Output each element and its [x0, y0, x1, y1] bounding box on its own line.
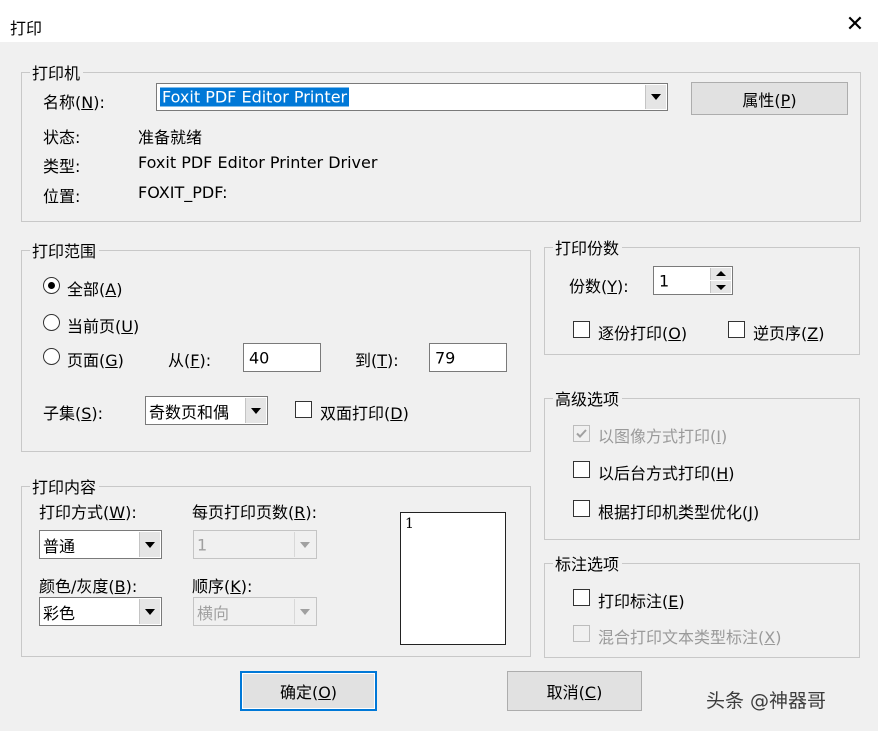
mixed-annotations-label[interactable]: 混合打印文本类型标注(X)	[598, 624, 781, 648]
watermark-text: 头条 @神器哥	[706, 690, 827, 712]
copies-group-label: 打印份数	[555, 239, 620, 258]
print-as-image-label[interactable]: 以图像方式打印(I)	[598, 423, 727, 447]
subset-select[interactable]: 奇数页和偶	[145, 396, 268, 425]
reverse-order-label[interactable]: 逆页序(Z)	[753, 320, 824, 344]
printer-status-value: 准备就绪	[138, 128, 203, 147]
check-icon	[576, 429, 587, 438]
copies-count-label: 份数(Y):	[569, 277, 629, 296]
close-icon[interactable]: ✕	[842, 12, 868, 38]
background-print-checkbox[interactable]	[573, 461, 590, 478]
range-to-label: 到(T):	[355, 351, 399, 370]
range-to-input[interactable]: 79	[429, 343, 507, 372]
collate-label[interactable]: 逐份打印(O)	[598, 320, 687, 344]
optimize-label[interactable]: 根据打印机类型优化(J)	[598, 499, 759, 523]
mixed-annotations-checkbox[interactable]	[573, 625, 590, 642]
subset-label: 子集(S):	[43, 404, 104, 423]
printer-location-label: 位置:	[43, 187, 81, 206]
print-as-image-checkbox[interactable]	[573, 425, 590, 442]
range-current-label[interactable]: 当前页(U)	[67, 313, 139, 337]
printer-type-value: Foxit PDF Editor Printer Driver	[138, 153, 378, 172]
reverse-order-checkbox[interactable]	[728, 321, 745, 338]
page-preview: 1	[400, 512, 506, 645]
range-all-radio[interactable]	[43, 277, 60, 294]
optimize-checkbox[interactable]	[573, 500, 590, 517]
print-range-group-label: 打印范围	[32, 242, 97, 261]
printer-type-label: 类型:	[43, 157, 81, 176]
color-label: 颜色/灰度(B):	[39, 577, 138, 596]
spin-down-icon[interactable]	[710, 281, 731, 293]
copies-count-input[interactable]: 1	[653, 266, 733, 295]
pages-per-sheet-label: 每页打印页数(R):	[192, 503, 318, 522]
printer-location-value: FOXIT_PDF:	[138, 183, 228, 202]
pages-per-sheet-select[interactable]: 1	[193, 530, 317, 559]
print-content-group-label: 打印内容	[32, 478, 97, 497]
print-mode-label: 打印方式(W):	[39, 503, 137, 522]
range-all-label[interactable]: 全部(A)	[67, 276, 122, 300]
ok-button[interactable]: 确定(O)	[240, 671, 377, 711]
title-bar: 打印 ✕	[0, 4, 878, 42]
window-title: 打印	[10, 19, 43, 38]
printer-group-label: 打印机	[32, 64, 81, 83]
print-mode-select[interactable]: 普通	[39, 530, 162, 559]
chevron-down-icon[interactable]	[645, 85, 666, 109]
properties-button[interactable]: 属性(P)	[691, 82, 848, 115]
background-print-label[interactable]: 以后台方式打印(H)	[598, 460, 735, 484]
printer-status-label: 状态:	[43, 128, 81, 147]
printer-name-select[interactable]: Foxit PDF Editor Printer	[156, 83, 668, 111]
cancel-button[interactable]: 取消(C)	[507, 671, 642, 711]
annotation-group-label: 标注选项	[555, 555, 620, 574]
range-from-input[interactable]: 40	[243, 343, 321, 372]
range-pages-label[interactable]: 页面(G)	[67, 347, 124, 371]
range-pages-radio[interactable]	[43, 348, 60, 365]
spin-up-icon[interactable]	[710, 268, 731, 280]
printer-name-value: Foxit PDF Editor Printer	[160, 87, 350, 107]
chevron-down-icon[interactable]	[294, 532, 315, 557]
print-annotations-checkbox[interactable]	[573, 589, 590, 606]
advanced-group-label: 高级选项	[555, 390, 620, 409]
preview-page-number: 1	[405, 516, 414, 532]
chevron-down-icon[interactable]	[139, 599, 160, 624]
order-select[interactable]: 横向	[193, 597, 317, 626]
chevron-down-icon[interactable]	[294, 599, 315, 624]
printer-name-label: 名称(N):	[43, 93, 105, 112]
print-annotations-label[interactable]: 打印标注(E)	[598, 588, 685, 612]
duplex-checkbox[interactable]	[295, 401, 312, 418]
order-label: 顺序(K):	[192, 577, 253, 596]
duplex-label[interactable]: 双面打印(D)	[320, 400, 409, 424]
collate-checkbox[interactable]	[573, 321, 590, 338]
range-current-radio[interactable]	[43, 314, 60, 331]
color-select[interactable]: 彩色	[39, 597, 162, 626]
chevron-down-icon[interactable]	[139, 532, 160, 557]
chevron-down-icon[interactable]	[245, 398, 266, 423]
range-from-label: 从(F):	[168, 351, 212, 370]
